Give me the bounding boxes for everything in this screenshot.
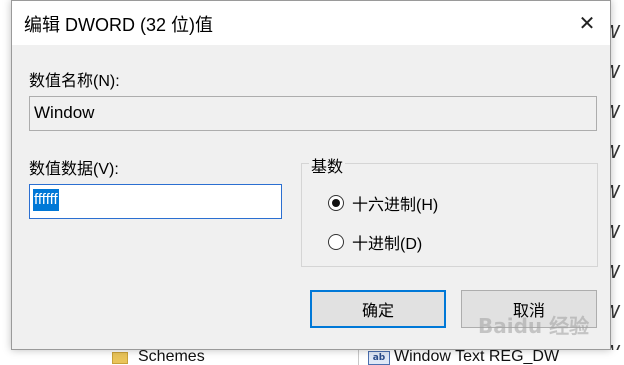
radio-decimal[interactable]: 十进制(D) — [328, 230, 422, 254]
radio-decimal-label: 十进制(D) — [352, 236, 423, 253]
dialog-titlebar[interactable]: 编辑 DWORD (32 位)值 ✕ — [12, 1, 610, 45]
edit-dword-dialog: 编辑 DWORD (32 位)值 ✕ 数值名称(N): Window 数值数据(… — [11, 0, 611, 350]
close-icon: ✕ — [578, 11, 596, 35]
value-name-label: 数值名称(N): — [29, 73, 120, 90]
tree-item-schemes[interactable]: Schemes — [138, 350, 205, 365]
radio-unchecked-icon[interactable] — [328, 234, 344, 250]
background-registry-list: Schemes ab Window Text REG_DW — [0, 350, 624, 365]
value-name-field[interactable]: Window — [29, 96, 597, 131]
value-data-selected-text: ffffff — [33, 189, 59, 211]
registry-value-icon: ab — [368, 351, 390, 365]
folder-icon — [112, 352, 128, 364]
ok-button[interactable]: 确定 — [310, 290, 446, 328]
close-button[interactable]: ✕ — [564, 1, 610, 45]
registry-entry[interactable]: Window Text REG_DW — [394, 350, 559, 365]
divider — [358, 350, 359, 365]
base-group-label: 基数 — [309, 153, 346, 177]
radio-hexadecimal[interactable]: 十六进制(H) — [328, 191, 438, 215]
radio-hexadecimal-label: 十六进制(H) — [352, 197, 439, 214]
radio-checked-icon[interactable] — [328, 195, 344, 211]
value-data-label: 数值数据(V): — [29, 161, 119, 178]
dialog-title: 编辑 DWORD (32 位)值 — [24, 15, 213, 35]
value-data-input[interactable]: ffffff — [29, 184, 282, 219]
baidu-watermark: Baidu 经验 — [478, 314, 590, 338]
